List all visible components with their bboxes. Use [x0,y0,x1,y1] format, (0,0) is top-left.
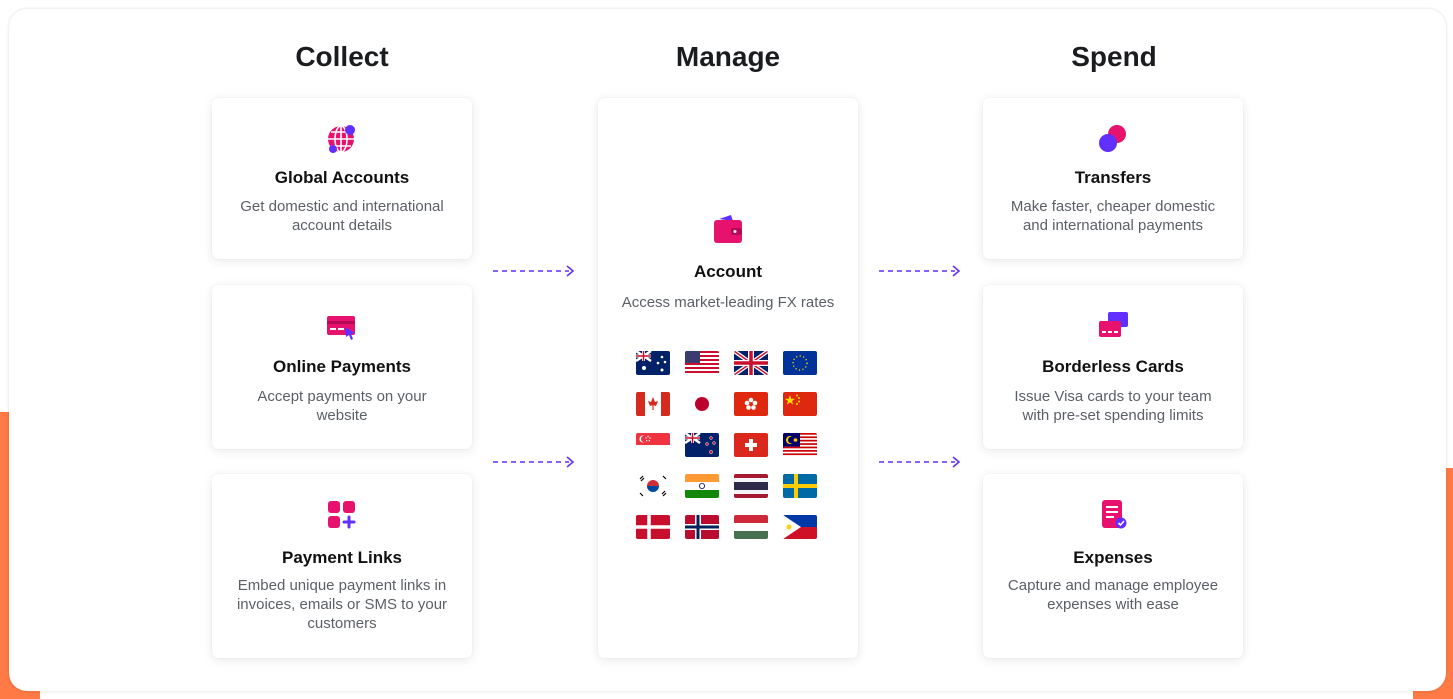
australia-flag [636,351,670,375]
japan-flag [685,392,719,416]
denmark-flag [636,515,670,539]
globe-icon [328,125,355,153]
card-title: Expenses [1073,548,1153,567]
grid-plus-icon [328,501,356,529]
card-description: Capture and manage employee expenses wit… [1007,577,1219,613]
south-korea-flag [636,474,670,498]
receipt-check-icon [1102,500,1127,529]
borderless-cards-card[interactable]: Borderless Cards Issue Visa cards to you… [983,285,1243,449]
online-payments-card[interactable]: Online Payments Accept payments on your … [212,285,472,449]
arrow-icon [879,265,961,277]
transfers-card[interactable]: Transfers Make faster, cheaper domestic … [983,98,1243,259]
card-title: Account [694,262,762,281]
card-description: Access market-leading FX rates [621,294,835,311]
arrow-icon [493,265,575,277]
sweden-flag [783,474,817,498]
circles-icon [1099,125,1126,152]
card-title: Borderless Cards [1042,357,1184,376]
card-description: Get domestic and international account d… [240,198,444,234]
usa-flag [685,351,719,375]
card-description: Accept payments on your website [257,388,427,424]
india-flag [685,474,719,498]
wallet-icon [714,215,742,243]
hungary-flag [734,515,768,539]
column-title-manage: Manage [675,41,781,72]
global-accounts-card[interactable]: Global Accounts Get domestic and interna… [212,98,472,259]
card-cursor-icon [327,316,355,340]
new-zealand-flag [685,433,719,457]
column-title-spend: Spend [1071,41,1157,72]
thailand-flag [734,474,768,498]
card-title: Online Payments [273,357,411,376]
switzerland-flag [734,433,768,457]
payment-links-card[interactable]: Payment Links Embed unique payment links… [212,474,472,658]
card-title: Payment Links [282,548,402,567]
cards-icon [1099,312,1128,337]
card-description: Embed unique payment links in invoices, … [236,577,448,632]
hong-kong-flag [734,392,768,416]
eu-flag [783,351,817,375]
norway-flag [685,515,719,539]
account-card[interactable]: Account Access market-leading FX rates [598,98,858,658]
column-title-collect: Collect [295,41,389,72]
card-description: Make faster, cheaper domestic and intern… [1010,198,1216,234]
china-flag [783,392,817,416]
singapore-flag [636,433,670,457]
main-panel: Collect Manage Spend Global Accounts Get… [9,9,1446,691]
expenses-card[interactable]: Expenses Capture and manage employee exp… [983,474,1243,658]
malaysia-flag [783,433,817,457]
card-description: Issue Visa cards to your team with pre-s… [1014,388,1212,424]
arrow-icon [493,456,575,468]
card-title: Global Accounts [274,168,410,187]
card-title: Transfers [1074,168,1152,187]
canada-flag [636,392,670,416]
uk-flag [734,351,768,375]
philippines-flag [783,515,817,539]
arrow-icon [879,456,961,468]
